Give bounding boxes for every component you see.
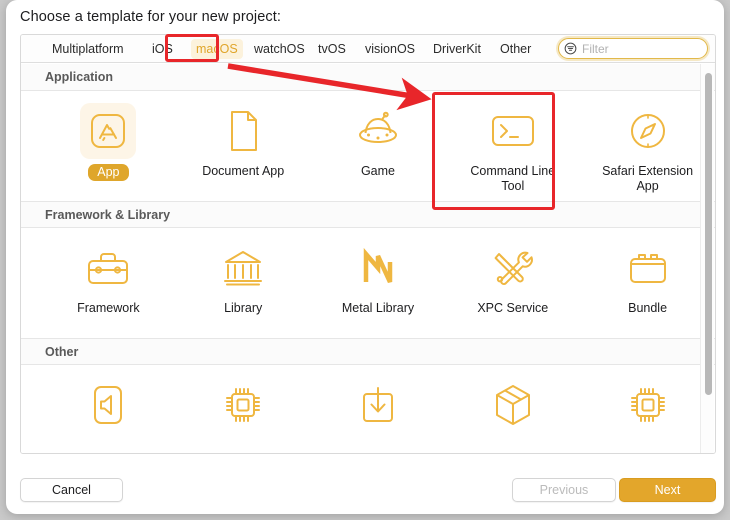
template-tile-download-tray[interactable]: [311, 365, 446, 450]
template-grid-scroll[interactable]: Application App Document App Game Comman…: [21, 64, 715, 453]
template-tile-label: Library: [224, 301, 263, 315]
template-tile-label: Document App: [202, 164, 285, 178]
tab-ios[interactable]: iOS: [147, 39, 178, 59]
filter-placeholder: Filter: [582, 41, 609, 56]
terminal-icon: [485, 103, 541, 159]
template-tile-framework[interactable]: Framework: [41, 228, 176, 338]
vertical-scrollbar[interactable]: [700, 64, 714, 453]
document-icon: [215, 103, 271, 159]
next-button[interactable]: Next: [619, 478, 716, 502]
template-tile-label: Bundle: [628, 301, 668, 315]
tab-multiplatform[interactable]: Multiplatform: [47, 39, 129, 59]
template-row: Framework Library Metal Library XPC Serv…: [21, 228, 715, 338]
metal-m-icon: [350, 240, 406, 296]
chip-icon: [215, 377, 271, 433]
template-tile-speaker[interactable]: [41, 365, 176, 450]
template-tile-bundle[interactable]: Bundle: [580, 228, 715, 338]
template-row: App Document App Game Command Line Tool …: [21, 91, 715, 201]
template-tile-label: Command Line Tool: [470, 164, 556, 193]
ufo-game-icon: [350, 103, 406, 159]
package-cube-icon: [485, 377, 541, 433]
platform-tabbar: Multiplatform iOS macOS watchOS tvOS visionOS…: [21, 35, 715, 63]
template-tile-game[interactable]: Game: [311, 91, 446, 201]
template-tile-app[interactable]: App: [41, 91, 176, 201]
tab-macos[interactable]: macOS: [191, 39, 243, 59]
template-tile-label: Safari Extension App: [602, 164, 694, 193]
template-tile-label: App: [88, 164, 129, 181]
scrollbar-thumb[interactable]: [705, 73, 712, 395]
template-tile-label: Game: [360, 164, 395, 178]
cancel-button[interactable]: Cancel: [20, 478, 123, 502]
new-project-template-dialog: Choose a template for your new project: …: [6, 0, 724, 514]
template-tile-label: Framework: [77, 301, 140, 315]
filter-field[interactable]: Filter: [558, 38, 708, 59]
template-tile-library[interactable]: Library: [176, 228, 311, 338]
template-tile-metal-library[interactable]: Metal Library: [311, 228, 446, 338]
screenshot-root: Choose a template for your new project: …: [0, 0, 730, 520]
chip-icon: [620, 377, 676, 433]
dialog-title: Choose a template for your new project:: [20, 9, 282, 25]
template-tile-chip[interactable]: [580, 365, 715, 450]
template-tile-chip[interactable]: [176, 365, 311, 450]
tab-watchos[interactable]: watchOS: [249, 39, 310, 59]
template-tile-package-cube[interactable]: [445, 365, 580, 450]
template-tile-command-line-tool[interactable]: Command Line Tool: [445, 91, 580, 201]
app-store-icon: [80, 103, 137, 159]
download-tray-icon: [350, 377, 406, 433]
safari-compass-icon: [620, 103, 676, 159]
tab-tvos[interactable]: tvOS: [313, 39, 351, 59]
template-tile-safari-extension-app[interactable]: Safari Extension App: [580, 91, 715, 201]
toolbox-icon: [80, 240, 136, 296]
template-row: [21, 365, 715, 450]
speaker-icon: [80, 377, 136, 433]
tab-driverkit[interactable]: DriverKit: [428, 39, 486, 59]
section-header-framework-library: Framework & Library: [21, 201, 715, 228]
previous-button[interactable]: Previous: [512, 478, 616, 502]
template-tile-label: XPC Service: [477, 301, 549, 315]
section-header-other: Other: [21, 338, 715, 365]
template-tile-xpc-service[interactable]: XPC Service: [445, 228, 580, 338]
bundle-box-icon: [620, 240, 676, 296]
filter-icon: [564, 42, 577, 55]
template-tile-document-app[interactable]: Document App: [176, 91, 311, 201]
tab-other[interactable]: Other: [495, 39, 536, 59]
tools-cross-icon: [485, 240, 541, 296]
section-header-application: Application: [21, 64, 715, 91]
template-tile-label: Metal Library: [341, 301, 415, 315]
template-panel: Multiplatform iOS macOS watchOS tvOS visionOS…: [20, 34, 716, 454]
bank-column-icon: [215, 240, 271, 296]
tab-visionos[interactable]: visionOS: [360, 39, 420, 59]
